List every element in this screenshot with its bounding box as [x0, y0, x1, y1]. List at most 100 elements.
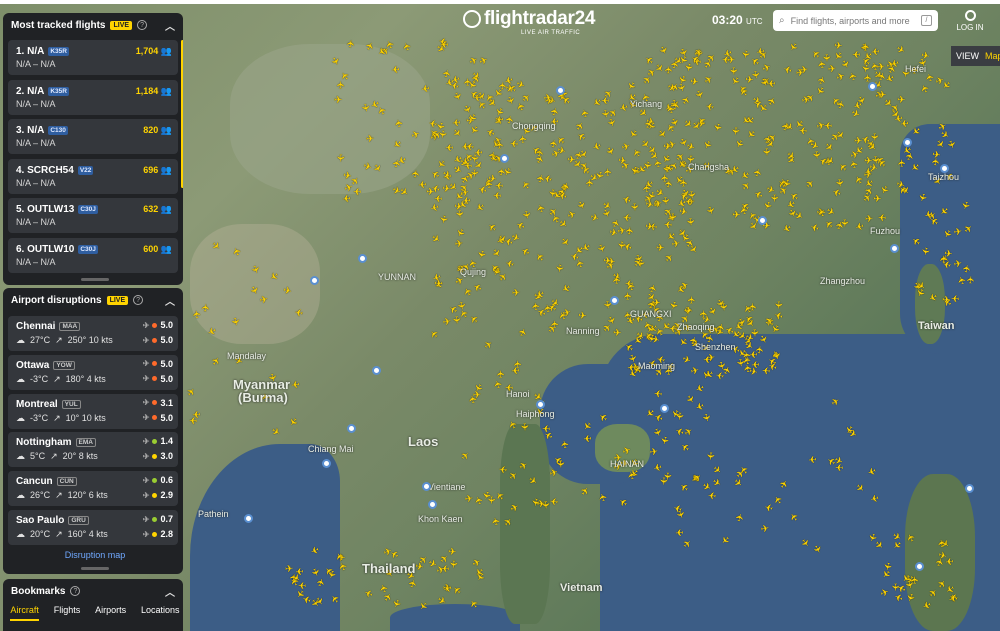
- aircraft-icon[interactable]: ✈: [810, 220, 821, 233]
- aircraft-icon[interactable]: ✈: [520, 244, 532, 258]
- aircraft-icon[interactable]: ✈: [878, 90, 887, 101]
- tab-aircraft[interactable]: Aircraft: [10, 605, 39, 621]
- aircraft-icon[interactable]: ✈: [644, 221, 654, 233]
- help-icon[interactable]: ?: [70, 586, 81, 596]
- aircraft-icon[interactable]: ✈: [834, 220, 847, 232]
- aircraft-icon[interactable]: ✈: [556, 145, 567, 158]
- aircraft-icon[interactable]: ✈: [454, 238, 464, 250]
- aircraft-icon[interactable]: ✈: [868, 133, 879, 142]
- aircraft-icon[interactable]: ✈: [626, 127, 640, 140]
- aircraft-icon[interactable]: ✈: [864, 214, 873, 226]
- tracked-flight-card[interactable]: 5. OUTLW13 C30J N/A – N/A 632 👥: [8, 198, 178, 233]
- aircraft-icon[interactable]: ✈: [495, 141, 506, 150]
- aircraft-icon[interactable]: ✈: [707, 488, 717, 500]
- aircraft-icon[interactable]: ✈: [461, 193, 471, 205]
- aircraft-icon[interactable]: ✈: [492, 379, 505, 390]
- aircraft-icon[interactable]: ✈: [594, 243, 607, 255]
- aircraft-icon[interactable]: ✈: [553, 263, 565, 273]
- view-toggle[interactable]: VIEW Map: [951, 46, 1000, 66]
- aircraft-icon[interactable]: ✈: [520, 178, 534, 191]
- aircraft-icon[interactable]: ✈: [201, 303, 213, 313]
- aircraft-icon[interactable]: ✈: [918, 246, 930, 256]
- aircraft-icon[interactable]: ✈: [472, 390, 482, 402]
- aircraft-icon[interactable]: ✈: [962, 264, 974, 274]
- aircraft-icon[interactable]: ✈: [518, 422, 529, 431]
- aircraft-icon[interactable]: ✈: [497, 167, 509, 177]
- aircraft-icon[interactable]: ✈: [613, 328, 622, 339]
- aircraft-icon[interactable]: ✈: [679, 179, 690, 188]
- aircraft-icon[interactable]: ✈: [643, 52, 656, 66]
- aircraft-icon[interactable]: ✈: [683, 305, 693, 317]
- aircraft-icon[interactable]: ✈: [649, 446, 659, 458]
- aircraft-icon[interactable]: ✈: [579, 108, 592, 119]
- aircraft-icon[interactable]: ✈: [760, 523, 770, 535]
- aircraft-icon[interactable]: ✈: [625, 280, 638, 292]
- aircraft-icon[interactable]: ✈: [807, 453, 817, 465]
- aircraft-icon[interactable]: ✈: [505, 256, 516, 269]
- aircraft-icon[interactable]: ✈: [450, 91, 463, 103]
- airport-marker-icon[interactable]: [965, 484, 974, 493]
- aircraft-icon[interactable]: ✈: [953, 226, 963, 238]
- aircraft-icon[interactable]: ✈: [498, 81, 510, 90]
- aircraft-icon[interactable]: ✈: [835, 71, 847, 84]
- aircraft-icon[interactable]: ✈: [536, 498, 546, 510]
- aircraft-icon[interactable]: ✈: [661, 472, 672, 481]
- aircraft-icon[interactable]: ✈: [478, 55, 490, 68]
- aircraft-icon[interactable]: ✈: [627, 165, 640, 176]
- aircraft-icon[interactable]: ✈: [689, 76, 699, 88]
- disruptions-header[interactable]: Airport disruptions LIVE ? ︿: [3, 288, 183, 312]
- help-icon[interactable]: ?: [133, 295, 144, 305]
- aircraft-icon[interactable]: ✈: [295, 565, 304, 577]
- bookmarks-header[interactable]: Bookmarks ? ︿: [3, 579, 183, 603]
- aircraft-icon[interactable]: ✈: [578, 311, 587, 323]
- aircraft-icon[interactable]: ✈: [656, 243, 665, 254]
- aircraft-icon[interactable]: ✈: [702, 74, 715, 88]
- airport-marker-icon[interactable]: [422, 482, 431, 491]
- aircraft-icon[interactable]: ✈: [496, 370, 507, 379]
- aircraft-icon[interactable]: ✈: [752, 167, 765, 178]
- aircraft-icon[interactable]: ✈: [441, 183, 451, 195]
- aircraft-icon[interactable]: ✈: [451, 582, 465, 596]
- aircraft-icon[interactable]: ✈: [346, 39, 358, 49]
- most-tracked-header[interactable]: Most tracked flights LIVE ? ︿: [3, 13, 183, 37]
- aircraft-icon[interactable]: ✈: [739, 49, 751, 59]
- aircraft-icon[interactable]: ✈: [334, 95, 343, 106]
- aircraft-icon[interactable]: ✈: [744, 127, 758, 141]
- tab-locations[interactable]: Locations: [141, 605, 180, 621]
- login-button[interactable]: LOG IN: [956, 10, 984, 32]
- aircraft-icon[interactable]: ✈: [428, 326, 442, 340]
- airport-marker-icon[interactable]: [915, 562, 924, 571]
- aircraft-icon[interactable]: ✈: [919, 82, 933, 94]
- aircraft-icon[interactable]: ✈: [628, 202, 640, 211]
- airport-marker-icon[interactable]: [868, 82, 877, 91]
- aircraft-icon[interactable]: ✈: [599, 208, 612, 220]
- aircraft-icon[interactable]: ✈: [623, 292, 634, 301]
- aircraft-icon[interactable]: ✈: [732, 137, 746, 150]
- tracked-flight-card[interactable]: 4. SCRCH54 V22 N/A – N/A 696 👥: [8, 158, 178, 194]
- aircraft-icon[interactable]: ✈: [334, 154, 345, 163]
- aircraft-icon[interactable]: ✈: [559, 281, 572, 295]
- resize-grip[interactable]: [81, 567, 109, 570]
- aircraft-icon[interactable]: ✈: [445, 141, 454, 152]
- aircraft-icon[interactable]: ✈: [494, 112, 504, 124]
- collapse-chevron-icon[interactable]: ︿: [165, 584, 175, 599]
- aircraft-icon[interactable]: ✈: [624, 79, 638, 92]
- aircraft-icon[interactable]: ✈: [414, 561, 424, 573]
- aircraft-icon[interactable]: ✈: [664, 179, 676, 189]
- aircraft-icon[interactable]: ✈: [185, 386, 199, 399]
- aircraft-icon[interactable]: ✈: [454, 275, 467, 289]
- airport-marker-icon[interactable]: [903, 138, 912, 147]
- aircraft-icon[interactable]: ✈: [767, 77, 776, 89]
- aircraft-icon[interactable]: ✈: [336, 81, 347, 90]
- aircraft-icon[interactable]: ✈: [621, 141, 632, 154]
- aircraft-icon[interactable]: ✈: [897, 95, 906, 106]
- aircraft-icon[interactable]: ✈: [703, 205, 716, 217]
- aircraft-icon[interactable]: ✈: [604, 315, 617, 327]
- aircraft-icon[interactable]: ✈: [579, 485, 593, 498]
- disruption-map-link[interactable]: Disruption map: [3, 550, 183, 560]
- aircraft-icon[interactable]: ✈: [464, 493, 474, 505]
- aircraft-icon[interactable]: ✈: [286, 415, 300, 428]
- aircraft-icon[interactable]: ✈: [705, 99, 715, 111]
- airport-marker-icon[interactable]: [940, 164, 949, 173]
- aircraft-icon[interactable]: ✈: [531, 301, 543, 311]
